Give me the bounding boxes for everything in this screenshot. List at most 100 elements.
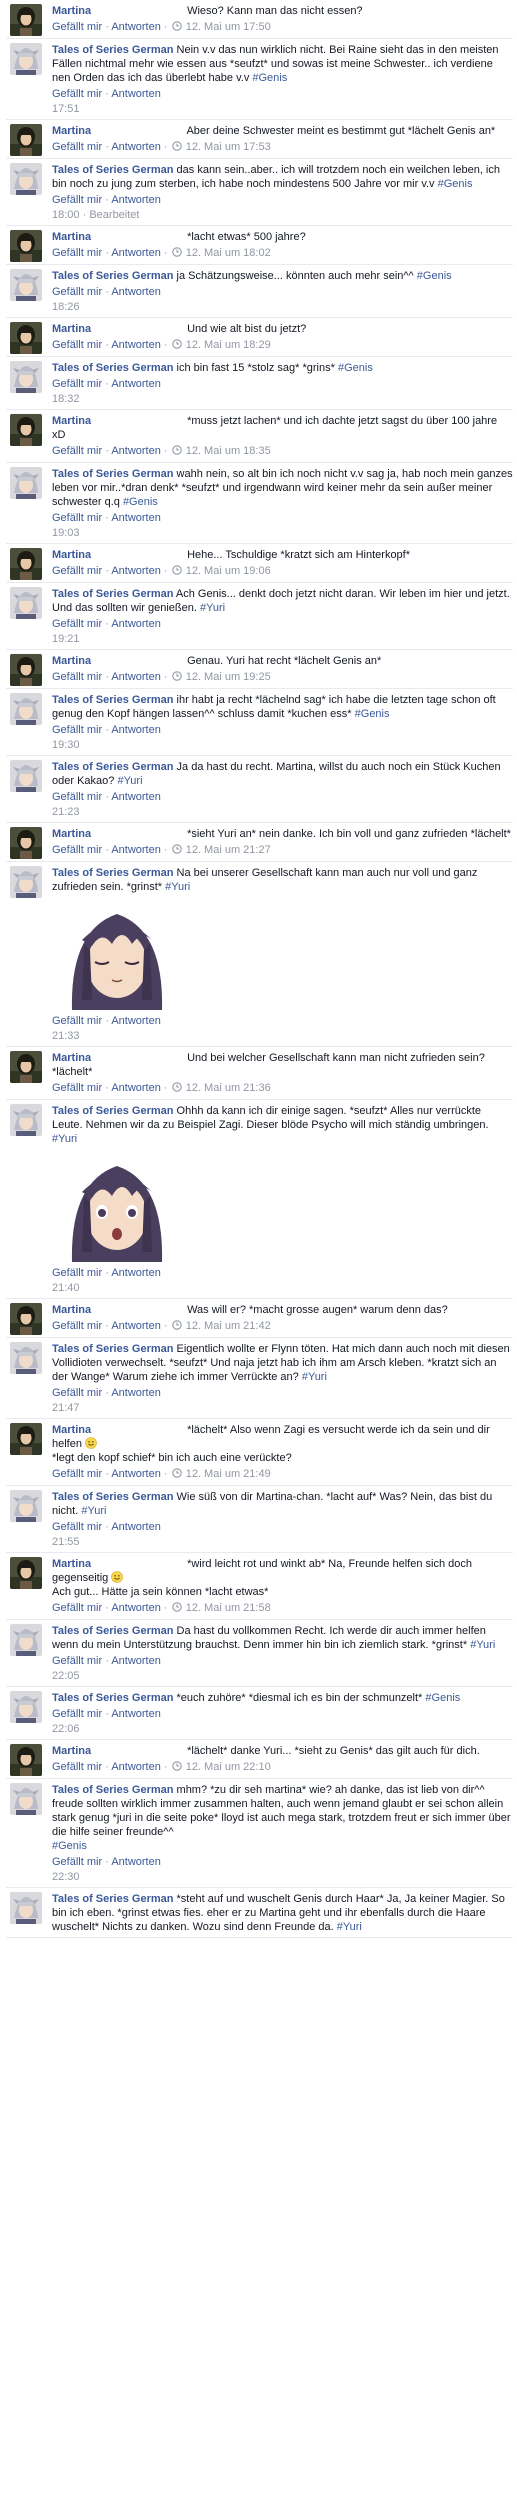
reply-button[interactable]: Antworten (111, 1602, 161, 1614)
avatar-tales-of-series[interactable] (10, 43, 42, 75)
avatar-martina[interactable] (10, 654, 42, 686)
avatar-tales-of-series[interactable] (10, 269, 42, 301)
reply-button[interactable]: Antworten (111, 1655, 161, 1667)
comment-author-link[interactable]: Tales of Series German (52, 1343, 173, 1355)
sticker-image[interactable] (52, 900, 182, 1010)
avatar-martina[interactable] (10, 1051, 42, 1083)
avatar-tales-of-series[interactable] (10, 1783, 42, 1815)
avatar-tales-of-series[interactable] (10, 693, 42, 725)
reply-button[interactable]: Antworten (111, 1468, 161, 1480)
comment-author-link[interactable]: Martina (52, 1557, 184, 1571)
comment-timestamp[interactable]: 12. Mai um 19:06 (186, 565, 271, 577)
reply-button[interactable]: Antworten (111, 565, 161, 577)
like-button[interactable]: Gefällt mir (52, 339, 102, 351)
comment-author-link[interactable]: Martina (52, 827, 184, 841)
reply-button[interactable]: Antworten (111, 378, 161, 390)
hashtag-link[interactable]: #Genis (123, 496, 158, 508)
comment-time-value[interactable]: 21:33 (52, 1030, 80, 1042)
like-button[interactable]: Gefällt mir (52, 1708, 102, 1720)
comment-author-link[interactable]: Martina (52, 230, 184, 244)
avatar-tales-of-series[interactable] (10, 587, 42, 619)
comment-author-link[interactable]: Tales of Series German (52, 1692, 173, 1704)
comment-time-value[interactable]: 18:00 (52, 209, 80, 221)
reply-button[interactable]: Antworten (111, 1708, 161, 1720)
hashtag-link[interactable]: #Genis (438, 178, 473, 190)
hashtag-link[interactable]: #Genis (355, 708, 390, 720)
hashtag-link[interactable]: #Yuri (52, 1133, 77, 1145)
comment-author-link[interactable]: Tales of Series German (52, 44, 173, 56)
reply-button[interactable]: Antworten (111, 141, 161, 153)
comment-timestamp[interactable]: 12. Mai um 17:53 (186, 141, 271, 153)
comment-author-link[interactable]: Tales of Series German (52, 867, 173, 879)
avatar-martina[interactable] (10, 1744, 42, 1776)
reply-button[interactable]: Antworten (111, 21, 161, 33)
reply-button[interactable]: Antworten (111, 247, 161, 259)
comment-timestamp[interactable]: 12. Mai um 21:27 (186, 844, 271, 856)
comment-timestamp[interactable]: 12. Mai um 18:29 (186, 339, 271, 351)
reply-button[interactable]: Antworten (111, 1082, 161, 1094)
like-button[interactable]: Gefällt mir (52, 671, 102, 683)
like-button[interactable]: Gefällt mir (52, 378, 102, 390)
like-button[interactable]: Gefällt mir (52, 445, 102, 457)
comment-time-value[interactable]: 17:51 (52, 103, 80, 115)
comment-author-link[interactable]: Martina (52, 1744, 184, 1758)
comment-author-link[interactable]: Tales of Series German (52, 468, 173, 480)
like-button[interactable]: Gefällt mir (52, 844, 102, 856)
comment-timestamp[interactable]: 12. Mai um 21:42 (186, 1320, 271, 1332)
reply-button[interactable]: Antworten (111, 445, 161, 457)
avatar-martina[interactable] (10, 1557, 42, 1589)
comment-time-value[interactable]: 21:23 (52, 806, 80, 818)
comment-timestamp[interactable]: 12. Mai um 21:36 (186, 1082, 271, 1094)
hashtag-link[interactable]: #Yuri (165, 881, 190, 893)
avatar-tales-of-series[interactable] (10, 866, 42, 898)
like-button[interactable]: Gefällt mir (52, 247, 102, 259)
hashtag-link[interactable]: #Genis (338, 362, 373, 374)
reply-button[interactable]: Antworten (111, 1761, 161, 1773)
like-button[interactable]: Gefällt mir (52, 1602, 102, 1614)
comment-author-link[interactable]: Martina (52, 654, 184, 668)
avatar-martina[interactable] (10, 548, 42, 580)
comment-time-value[interactable]: 21:47 (52, 1402, 80, 1414)
hashtag-link[interactable]: #Genis (52, 1840, 87, 1852)
comment-time-value[interactable]: 22:05 (52, 1670, 80, 1682)
avatar-tales-of-series[interactable] (10, 361, 42, 393)
reply-button[interactable]: Antworten (111, 339, 161, 351)
reply-button[interactable]: Antworten (111, 844, 161, 856)
avatar-tales-of-series[interactable] (10, 163, 42, 195)
hashtag-link[interactable]: #Genis (252, 72, 287, 84)
reply-button[interactable]: Antworten (111, 194, 161, 206)
comment-time-value[interactable]: 22:06 (52, 1723, 80, 1735)
comment-timestamp[interactable]: 12. Mai um 18:02 (186, 247, 271, 259)
like-button[interactable]: Gefällt mir (52, 1468, 102, 1480)
comment-timestamp[interactable]: 12. Mai um 19:25 (186, 671, 271, 683)
comment-timestamp[interactable]: 12. Mai um 18:35 (186, 445, 271, 457)
comment-author-link[interactable]: Tales of Series German (52, 1784, 173, 1796)
comment-author-link[interactable]: Martina (52, 414, 184, 428)
comment-time-value[interactable]: 18:32 (52, 393, 80, 405)
hashtag-link[interactable]: #Yuri (302, 1371, 327, 1383)
like-button[interactable]: Gefällt mir (52, 565, 102, 577)
hashtag-link[interactable]: #Genis (425, 1692, 460, 1704)
reply-button[interactable]: Antworten (111, 791, 161, 803)
avatar-tales-of-series[interactable] (10, 1892, 42, 1924)
comment-author-link[interactable]: Tales of Series German (52, 761, 173, 773)
comment-author-link[interactable]: Tales of Series German (52, 1893, 173, 1905)
comment-author-link[interactable]: Martina (52, 1423, 184, 1437)
reply-button[interactable]: Antworten (111, 512, 161, 524)
like-button[interactable]: Gefällt mir (52, 1082, 102, 1094)
like-button[interactable]: Gefällt mir (52, 88, 102, 100)
comment-author-link[interactable]: Martina (52, 4, 184, 18)
like-button[interactable]: Gefällt mir (52, 286, 102, 298)
reply-button[interactable]: Antworten (111, 724, 161, 736)
reply-button[interactable]: Antworten (111, 1267, 161, 1279)
comment-author-link[interactable]: Tales of Series German (52, 270, 173, 282)
comment-time-value[interactable]: 22:30 (52, 1871, 80, 1883)
hashtag-link[interactable]: #Yuri (470, 1639, 495, 1651)
hashtag-link[interactable]: #Yuri (81, 1505, 106, 1517)
comment-author-link[interactable]: Tales of Series German (52, 362, 173, 374)
like-button[interactable]: Gefällt mir (52, 1015, 102, 1027)
reply-button[interactable]: Antworten (111, 1387, 161, 1399)
comment-author-link[interactable]: Tales of Series German (52, 694, 173, 706)
reply-button[interactable]: Antworten (111, 671, 161, 683)
reply-button[interactable]: Antworten (111, 286, 161, 298)
